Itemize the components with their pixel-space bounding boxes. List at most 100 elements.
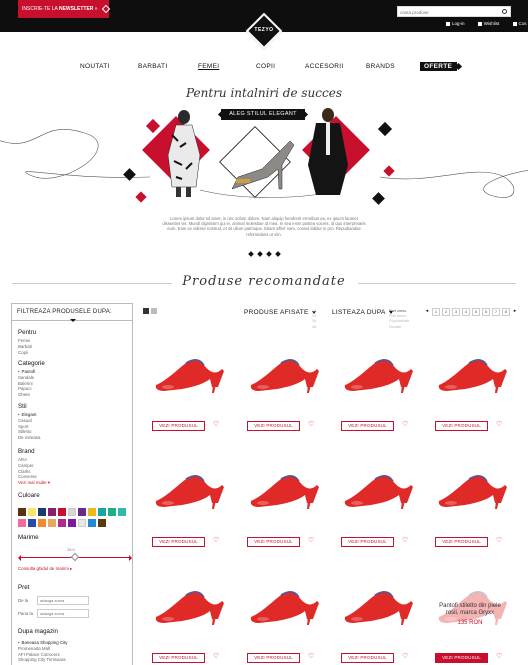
heart-icon[interactable]: ♡ [496, 653, 502, 661]
color-swatch[interactable] [88, 508, 96, 516]
nav-item-femei[interactable]: FEMEI [198, 63, 219, 70]
filter-option-selected[interactable]: Pantofi [18, 369, 36, 375]
cart-link[interactable]: Cos [512, 21, 528, 26]
color-swatch[interactable] [98, 519, 106, 527]
view-product-button[interactable]: VEZI PRODUSUL [152, 537, 205, 547]
heart-icon[interactable]: ♡ [308, 653, 314, 661]
carousel-dot-1[interactable] [248, 251, 254, 257]
filter-option[interactable]: Copii [18, 350, 32, 356]
product-image[interactable] [341, 341, 421, 401]
filter-option[interactable]: Shopping City Timisoara [18, 657, 67, 663]
chevron-down-icon[interactable] [70, 319, 76, 322]
heart-icon[interactable]: ♡ [213, 421, 219, 429]
product-image[interactable] [152, 341, 232, 401]
product-card[interactable]: VEZI PRODUSUL ♡ [341, 457, 435, 567]
view-product-button[interactable]: VEZI PRODUSUL [341, 421, 394, 431]
color-swatch[interactable] [18, 519, 26, 527]
slider-left-arrow-icon[interactable] [18, 555, 21, 561]
heart-icon[interactable]: ♡ [496, 537, 502, 545]
page-link[interactable]: 1 [432, 308, 440, 316]
color-swatch[interactable] [28, 508, 36, 516]
page-link[interactable]: 6 [482, 308, 490, 316]
show-more-brands-link[interactable]: Vezi mai multe ▾ [18, 480, 50, 486]
wishlist-link[interactable]: Wishlist [477, 21, 506, 26]
view-product-button[interactable]: VEZI PRODUSUL [435, 537, 488, 547]
product-image[interactable] [341, 457, 421, 517]
page-link[interactable]: 4 [462, 308, 470, 316]
newsletter-signup-button[interactable]: INSCRIE-TE LA NEWSLETTER » [18, 0, 111, 18]
products-per-page-dropdown[interactable]: PRODUSE AFISATE [244, 309, 316, 316]
color-swatch[interactable] [48, 519, 56, 527]
view-product-button[interactable]: VEZI PRODUSUL [152, 421, 205, 431]
product-image[interactable] [435, 341, 515, 401]
filter-option-selected[interactable]: Baneasa Shopping City [18, 640, 68, 646]
per-page-option[interactable]: 36 [312, 319, 316, 324]
carousel-dot-2[interactable] [257, 251, 263, 257]
view-product-button[interactable]: VEZI PRODUSUL [435, 421, 488, 431]
view-product-button[interactable]: VEZI PRODUSUL [152, 653, 205, 663]
nav-item-brands[interactable]: BRANDS [366, 63, 395, 70]
sort-by-dropdown[interactable]: LISTEAZA DUPA [332, 309, 393, 316]
heart-icon[interactable]: ♡ [308, 421, 314, 429]
color-swatch[interactable] [58, 519, 66, 527]
nav-item-oferte[interactable]: OFERTE [420, 62, 458, 71]
product-card[interactable]: VEZI PRODUSUL ♡ [152, 341, 246, 451]
list-view-icon[interactable] [151, 308, 157, 314]
heart-icon[interactable]: ♡ [308, 537, 314, 545]
carousel-dot-3[interactable] [266, 251, 272, 257]
color-swatch[interactable] [38, 519, 46, 527]
view-product-button[interactable]: VEZI PRODUSUL [247, 421, 300, 431]
product-card[interactable]: VEZI PRODUSUL ♡ [247, 457, 341, 567]
color-swatch[interactable] [98, 508, 106, 516]
product-image[interactable] [152, 457, 232, 517]
product-image[interactable] [247, 573, 327, 633]
product-image[interactable] [341, 573, 421, 633]
prev-page-icon[interactable]: ◂ [423, 308, 431, 316]
carousel-dot-4[interactable] [275, 251, 281, 257]
product-card[interactable]: VEZI PRODUSUL ♡ [152, 573, 246, 665]
view-product-button[interactable]: VEZI PRODUSUL [247, 537, 300, 547]
view-product-button[interactable]: VEZI PRODUSUL [341, 537, 394, 547]
nav-item-barbati[interactable]: BARBATI [138, 63, 167, 70]
product-card[interactable]: VEZI PRODUSUL ♡ [247, 341, 341, 451]
product-image[interactable] [435, 457, 515, 517]
color-swatch[interactable] [68, 508, 76, 516]
filter-option[interactable]: Femei [18, 338, 32, 344]
color-swatch[interactable] [78, 508, 86, 516]
product-card[interactable]: VEZI PRODUSUL ♡ [247, 573, 341, 665]
color-swatch[interactable] [18, 508, 26, 516]
color-swatch[interactable] [58, 508, 66, 516]
filter-option[interactable]: De mireasa [18, 435, 40, 441]
heart-icon[interactable]: ♡ [496, 421, 502, 429]
price-to-input[interactable] [37, 609, 89, 618]
page-link[interactable]: 7 [492, 308, 500, 316]
view-product-button[interactable]: VEZI PRODUSUL [435, 653, 488, 663]
filter-option[interactable]: Barbati [18, 344, 32, 350]
product-card[interactable]: Pantofi stiletto din piele rosii, marca … [435, 573, 528, 665]
product-image[interactable] [247, 457, 327, 517]
price-from-input[interactable] [37, 596, 89, 605]
page-link[interactable]: 8 [502, 308, 510, 316]
logo[interactable]: TEZYO [245, 12, 283, 50]
heart-icon[interactable]: ♡ [402, 537, 408, 545]
view-product-button[interactable]: VEZI PRODUSUL [247, 653, 300, 663]
next-page-icon[interactable]: ▸ [511, 308, 519, 316]
search-icon[interactable] [502, 9, 507, 14]
product-card[interactable]: VEZI PRODUSUL ♡ [435, 457, 528, 567]
view-product-button[interactable]: VEZI PRODUSUL [341, 653, 394, 663]
hero-cta-button[interactable]: ALEG STILUL ELEGANT [221, 109, 305, 120]
heart-icon[interactable]: ♡ [213, 537, 219, 545]
slider-right-arrow-icon[interactable] [129, 555, 132, 561]
color-swatch[interactable] [28, 519, 36, 527]
product-card[interactable]: VEZI PRODUSUL ♡ [341, 573, 435, 665]
search-input[interactable] [400, 8, 498, 16]
color-swatch[interactable] [118, 508, 126, 516]
color-swatch[interactable] [68, 519, 76, 527]
color-swatch[interactable] [38, 508, 46, 516]
filter-option[interactable]: Sandale [18, 375, 35, 381]
color-swatch[interactable] [88, 519, 96, 527]
product-card[interactable]: VEZI PRODUSUL ♡ [152, 457, 246, 567]
color-swatch[interactable] [48, 508, 56, 516]
filter-option[interactable]: Ghete [18, 392, 35, 398]
size-guide-link[interactable]: Consulta ghidul de marimi ▸ [18, 566, 72, 572]
